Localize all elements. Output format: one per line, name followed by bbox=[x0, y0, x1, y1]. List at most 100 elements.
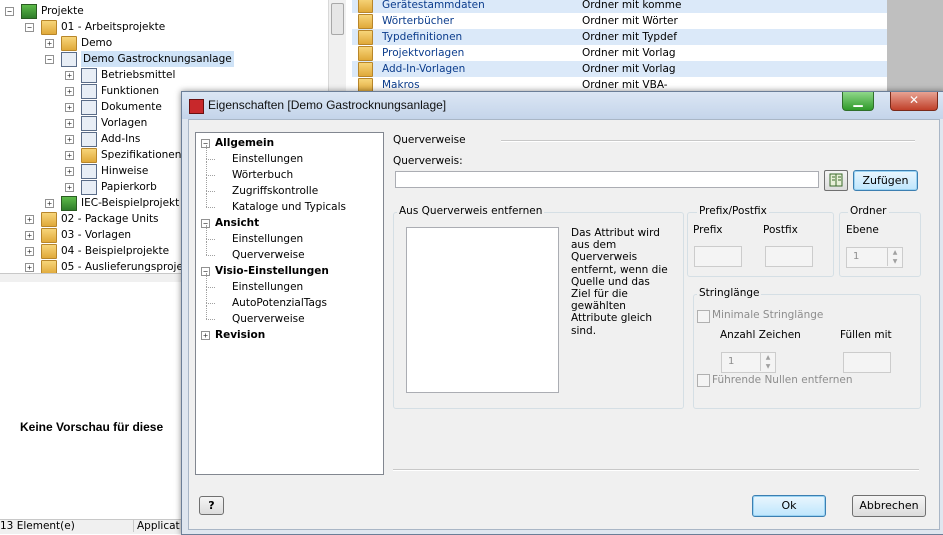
nav-item[interactable]: Wörterbuch bbox=[232, 167, 293, 183]
properties-dialog: Eigenschaften [Demo Gastrocknungsanlage]… bbox=[181, 91, 943, 535]
nav-category[interactable]: Allgemein bbox=[215, 135, 274, 151]
folder-icon bbox=[41, 244, 57, 259]
tree-connector bbox=[206, 193, 207, 207]
tree-expander-icon[interactable]: + bbox=[25, 247, 34, 256]
nav-item[interactable]: Querverweise bbox=[232, 311, 305, 327]
tree-item[interactable]: 03 - Vorlagen bbox=[61, 227, 131, 243]
tree-item[interactable]: Demo bbox=[81, 35, 112, 51]
tree-expander-icon[interactable]: + bbox=[65, 87, 74, 96]
list-row[interactable]: Typdefinitionen Ordner mit Typdef bbox=[352, 29, 887, 45]
nav-category[interactable]: Revision bbox=[215, 327, 265, 343]
list-row[interactable]: Add-In-Vorlagen Ordner mit Vorlag bbox=[352, 61, 887, 77]
tree-expander-icon[interactable]: + bbox=[65, 167, 74, 176]
tree-item[interactable]: 05 - Auslieferungsprojekt bbox=[61, 259, 193, 273]
spin-down-icon[interactable]: ▼ bbox=[760, 362, 775, 371]
char-count-label: Anzahl Zeichen bbox=[720, 329, 801, 341]
level-label: Ebene bbox=[846, 224, 879, 236]
add-button[interactable]: Zufügen bbox=[853, 170, 918, 191]
list-row[interactable]: Makros Ordner mit VBA- bbox=[352, 77, 887, 92]
tree-item[interactable]: Funktionen bbox=[101, 83, 159, 99]
tree-item[interactable]: Demo Gastrocknungsanlage bbox=[81, 51, 234, 67]
tree-item[interactable]: IEC-Beispielprojekt bbox=[81, 195, 179, 211]
addin-icon bbox=[81, 132, 97, 147]
tree-connector bbox=[206, 303, 215, 304]
tree-expander-icon[interactable]: + bbox=[65, 151, 74, 160]
nav-item[interactable]: Kataloge und Typicals bbox=[232, 199, 346, 215]
tree-expander-icon[interactable]: + bbox=[65, 183, 74, 192]
tree-expander-icon[interactable]: + bbox=[65, 71, 74, 80]
tree-item[interactable]: Hinweise bbox=[101, 163, 148, 179]
tree-expander-icon[interactable]: − bbox=[5, 7, 14, 16]
minimize-button[interactable]: ▁ bbox=[842, 92, 874, 111]
spin-up-icon[interactable]: ▲ bbox=[887, 248, 902, 257]
section-divider bbox=[501, 140, 915, 142]
folder-icon bbox=[358, 46, 373, 61]
lookup-button[interactable] bbox=[824, 170, 848, 191]
tree-expander-icon[interactable]: + bbox=[65, 103, 74, 112]
fill-with-label: Füllen mit bbox=[840, 329, 892, 341]
book-icon bbox=[21, 4, 37, 19]
tree-expander-icon[interactable]: + bbox=[65, 119, 74, 128]
help-button[interactable]: ? bbox=[199, 496, 224, 515]
tree-item[interactable]: 04 - Beispielprojekte bbox=[61, 243, 169, 259]
tree-item[interactable]: Betriebsmittel bbox=[101, 67, 175, 83]
tree-item[interactable]: 02 - Package Units bbox=[61, 211, 159, 227]
char-count-value: 1 bbox=[728, 356, 735, 367]
prefix-label: Prefix bbox=[693, 224, 723, 236]
leading-zeros-label: Führende Nullen entfernen bbox=[712, 374, 853, 386]
tree-item[interactable]: Dokumente bbox=[101, 99, 162, 115]
nav-item[interactable]: AutoPotenzialTags bbox=[232, 295, 327, 311]
spin-down-icon[interactable]: ▼ bbox=[887, 257, 902, 266]
leading-zeros-checkbox[interactable] bbox=[697, 374, 710, 387]
folder-icon bbox=[41, 20, 57, 35]
tree-expander-icon[interactable]: + bbox=[65, 135, 74, 144]
postfix-input[interactable] bbox=[765, 246, 813, 267]
folder-icon bbox=[358, 0, 373, 13]
tree-expander-icon[interactable]: − bbox=[25, 23, 34, 32]
char-count-spinner[interactable]: 1 ▲ ▼ bbox=[721, 352, 776, 373]
min-string-checkbox[interactable] bbox=[697, 310, 710, 323]
tree-item[interactable]: 01 - Arbeitsprojekte bbox=[61, 19, 165, 35]
nav-item[interactable]: Querverweise bbox=[232, 247, 305, 263]
nav-category[interactable]: Visio-Einstellungen bbox=[215, 263, 329, 279]
list-item-type: Ordner mit Wörter bbox=[582, 15, 678, 27]
nav-category[interactable]: Ansicht bbox=[215, 215, 259, 231]
crossref-input[interactable] bbox=[395, 171, 819, 188]
tree-expander-icon[interactable]: + bbox=[45, 199, 54, 208]
tree-item[interactable]: Add-Ins bbox=[101, 131, 140, 147]
dialog-titlebar[interactable]: Eigenschaften [Demo Gastrocknungsanlage]… bbox=[182, 92, 943, 119]
level-spinner[interactable]: 1 ▲ ▼ bbox=[846, 247, 903, 268]
cancel-button[interactable]: Abbrechen bbox=[852, 495, 926, 517]
list-row[interactable]: Gerätestammdaten Ordner mit komme bbox=[352, 0, 887, 13]
tree-expander-icon[interactable]: − bbox=[45, 55, 54, 64]
close-button[interactable]: ✕ bbox=[890, 92, 938, 111]
tree-connector bbox=[206, 305, 207, 319]
nav-expander-icon[interactable]: + bbox=[201, 331, 210, 340]
list-row[interactable]: Projektvorlagen Ordner mit Vorlag bbox=[352, 45, 887, 61]
tree-expander-icon[interactable]: + bbox=[25, 231, 34, 240]
attribute-listbox[interactable] bbox=[406, 227, 559, 393]
note-icon bbox=[81, 164, 97, 179]
nav-item[interactable]: Zugriffskontrolle bbox=[232, 183, 318, 199]
nav-item[interactable]: Einstellungen bbox=[232, 151, 303, 167]
folder-icon bbox=[61, 36, 77, 51]
nav-item[interactable]: Einstellungen bbox=[232, 279, 303, 295]
prefix-input[interactable] bbox=[694, 246, 742, 267]
tree-item[interactable]: Projekte bbox=[41, 3, 84, 19]
list-row[interactable]: Wörterbücher Ordner mit Wörter bbox=[352, 13, 887, 29]
tree-item[interactable]: Spezifikationen bbox=[101, 147, 181, 163]
spin-up-icon[interactable]: ▲ bbox=[760, 353, 775, 362]
tree-expander-icon[interactable]: + bbox=[45, 39, 54, 48]
fill-with-input[interactable] bbox=[843, 352, 891, 373]
tree-expander-icon[interactable]: + bbox=[25, 263, 34, 272]
project-tree-scroll-thumb[interactable] bbox=[331, 3, 344, 35]
folder-icon bbox=[358, 14, 373, 29]
crossref-label: Querverweis: bbox=[393, 155, 463, 167]
nav-item[interactable]: Einstellungen bbox=[232, 231, 303, 247]
ok-button[interactable]: Ok bbox=[752, 495, 826, 517]
remove-description: Das Attribut wird aus dem Querverweis en… bbox=[571, 227, 668, 337]
dialog-title: Eigenschaften [Demo Gastrocknungsanlage] bbox=[208, 98, 447, 112]
tree-expander-icon[interactable]: + bbox=[25, 215, 34, 224]
tree-item[interactable]: Vorlagen bbox=[101, 115, 147, 131]
tree-item[interactable]: Papierkorb bbox=[101, 179, 157, 195]
